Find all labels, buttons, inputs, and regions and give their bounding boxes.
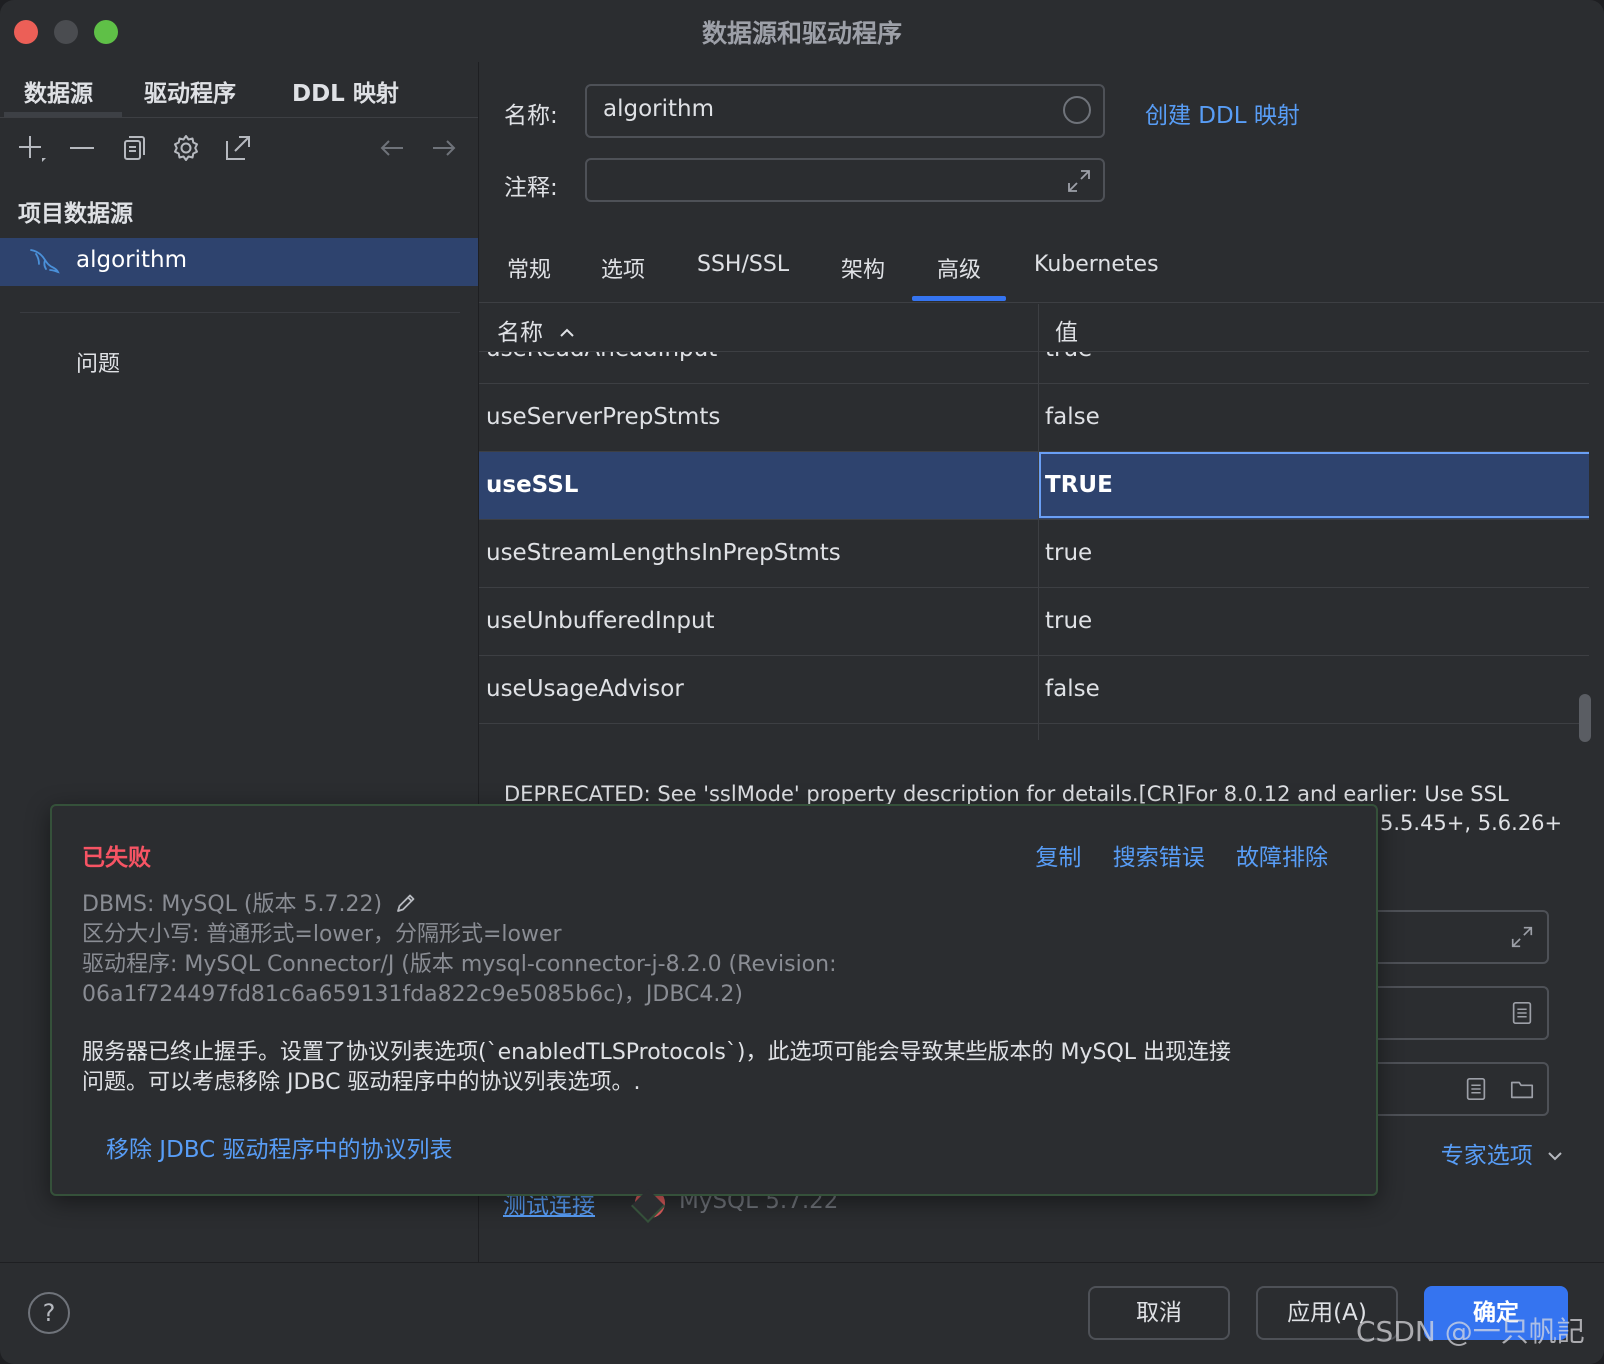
table-row-selected[interactable]: useSSL TRUE xyxy=(479,452,1589,520)
remove-protocol-list-link[interactable]: 移除 JDBC 驱动程序中的协议列表 xyxy=(106,1130,453,1164)
properties-table-body: useReadAheadInput true useServerPrepStmt… xyxy=(479,352,1589,740)
table-row[interactable]: useStreamLengthsInPrepStmts true xyxy=(479,520,1589,588)
property-value[interactable]: false xyxy=(1045,676,1100,702)
chevron-down-icon xyxy=(1548,1152,1562,1161)
property-value[interactable]: true xyxy=(1045,540,1092,566)
driver-revision-line: 06a1f724497fd81c6a659131fda822c9e5085b6c… xyxy=(82,982,743,1007)
table-row[interactable]: useReadAheadInput true xyxy=(479,352,1589,384)
property-value[interactable]: TRUE xyxy=(1045,472,1113,498)
tab-kubernetes[interactable]: Kubernetes xyxy=(1034,252,1159,277)
property-name: useServerPrepStmts xyxy=(486,404,721,430)
dbms-line: DBMS: MySQL (版本 5.7.22) xyxy=(82,890,837,920)
open-external-icon[interactable] xyxy=(220,130,256,166)
tab-ddl-mappings[interactable]: DDL 映射 xyxy=(292,74,399,108)
tab-drivers[interactable]: 驱动程序 xyxy=(144,74,236,108)
property-name: useReadAheadInput xyxy=(486,352,717,362)
troubleshoot-link[interactable]: 故障排除 xyxy=(1236,845,1328,871)
mysql-dolphin-icon xyxy=(30,249,60,274)
problems-item[interactable]: 问题 xyxy=(76,346,120,378)
forward-arrow-icon[interactable] xyxy=(426,130,462,166)
table-row[interactable]: useUnbufferedInput true xyxy=(479,588,1589,656)
table-scrollbar[interactable] xyxy=(1579,694,1591,742)
divider xyxy=(479,302,1604,303)
window-title: 数据源和驱动程序 xyxy=(701,19,902,48)
copy-link[interactable]: 复制 xyxy=(1035,845,1081,871)
back-arrow-icon[interactable] xyxy=(374,130,410,166)
add-icon[interactable] xyxy=(14,130,50,166)
test-connection-link[interactable]: 测试连接 xyxy=(503,1193,595,1219)
property-value[interactable]: true xyxy=(1045,608,1092,634)
column-header-name[interactable]: 名称 xyxy=(497,313,576,347)
name-input-value: algorithm xyxy=(603,96,715,122)
edit-pencil-icon[interactable] xyxy=(393,890,419,916)
expand-icon[interactable] xyxy=(1065,167,1093,195)
dbms-text: DBMS: MySQL (版本 5.7.22) xyxy=(82,892,383,917)
tab-datasources[interactable]: 数据源 xyxy=(24,74,93,108)
divider xyxy=(0,117,478,118)
divider xyxy=(20,312,460,313)
column-divider[interactable] xyxy=(1038,304,1039,740)
comment-label: 注释: xyxy=(504,175,558,201)
case-sensitivity-line: 区分大小写: 普通形式=lower，分隔形式=lower xyxy=(82,922,562,947)
error-message-line-1: 服务器已终止握手。设置了协议列表选项(`enabledTLSProtocols`… xyxy=(82,1040,1232,1065)
expand-icon[interactable] xyxy=(1509,924,1535,950)
settings-icon[interactable] xyxy=(168,130,204,166)
remove-icon[interactable] xyxy=(64,130,100,166)
search-error-link[interactable]: 搜索错误 xyxy=(1113,845,1205,871)
name-input[interactable]: algorithm xyxy=(585,84,1105,138)
project-datasources-heading: 项目数据源 xyxy=(18,201,133,227)
expert-options-label: 专家选项 xyxy=(1440,1143,1533,1169)
column-header-value[interactable]: 值 xyxy=(1055,313,1078,347)
dialog-window: 数据源和驱动程序 数据源 驱动程序 DDL 映射 项目数据源 algorithm… xyxy=(0,0,1604,1364)
property-value[interactable]: false xyxy=(1045,404,1100,430)
watermark-text: CSDN @一只帆記 xyxy=(1356,1315,1585,1348)
failed-status: 已失败 xyxy=(82,845,151,871)
tab-options[interactable]: 选项 xyxy=(601,252,645,284)
tab-general[interactable]: 常规 xyxy=(507,252,551,284)
connection-error-popup: 已失败 复制 搜索错误 故障排除 DBMS: MySQL (版本 5.7.22)… xyxy=(50,804,1378,1223)
name-label: 名称: xyxy=(504,103,558,129)
property-name: useUsageAdvisor xyxy=(486,676,684,702)
value-edit-field[interactable] xyxy=(1039,452,1589,518)
color-picker-icon[interactable] xyxy=(1063,96,1091,124)
active-tab-indicator xyxy=(912,296,1006,301)
create-ddl-mapping-link[interactable]: 创建 DDL 映射 xyxy=(1145,96,1300,130)
duplicate-icon[interactable] xyxy=(116,130,152,166)
table-row[interactable]: useUsageAdvisor false xyxy=(479,656,1589,724)
error-message: 服务器已终止握手。设置了协议列表选项(`enabledTLSProtocols`… xyxy=(82,1038,1231,1098)
folder-icon[interactable] xyxy=(1509,1076,1535,1102)
sort-ascending-icon xyxy=(560,328,575,337)
driver-line: 驱动程序: MySQL Connector/J (版本 mysql-connec… xyxy=(82,952,837,977)
connection-info: DBMS: MySQL (版本 5.7.22) 区分大小写: 普通形式=lowe… xyxy=(82,890,837,1010)
comment-input[interactable] xyxy=(585,158,1105,202)
property-name: useUnbufferedInput xyxy=(486,608,715,634)
property-value[interactable]: true xyxy=(1045,352,1092,362)
property-name: useStreamLengthsInPrepStmts xyxy=(486,540,841,566)
title-bar: 数据源和驱动程序 xyxy=(0,0,1604,62)
expert-options-toggle[interactable]: 专家选项 xyxy=(1441,1136,1564,1170)
datasource-name: algorithm xyxy=(76,247,188,273)
divider xyxy=(0,1262,1604,1263)
help-button[interactable]: ? xyxy=(28,1292,70,1334)
property-name: useSSL xyxy=(486,472,579,498)
datasource-item-algorithm[interactable]: algorithm xyxy=(0,238,478,286)
column-header-name-label: 名称 xyxy=(497,320,543,346)
tab-schemas[interactable]: 架构 xyxy=(841,252,885,284)
tab-advanced[interactable]: 高级 xyxy=(937,252,981,284)
properties-table-header: 名称 值 xyxy=(479,304,1589,352)
document-icon[interactable] xyxy=(1509,1000,1535,1026)
document-icon[interactable] xyxy=(1463,1076,1489,1102)
tab-ssh-ssl[interactable]: SSH/SSL xyxy=(697,252,789,277)
popup-actions: 复制 搜索错误 故障排除 xyxy=(1011,838,1328,872)
cancel-button[interactable]: 取消 xyxy=(1088,1286,1230,1340)
error-message-line-2: 问题。可以考虑移除 JDBC 驱动程序中的协议列表选项。. xyxy=(82,1070,641,1095)
table-row[interactable]: useServerPrepStmts false xyxy=(479,384,1589,452)
